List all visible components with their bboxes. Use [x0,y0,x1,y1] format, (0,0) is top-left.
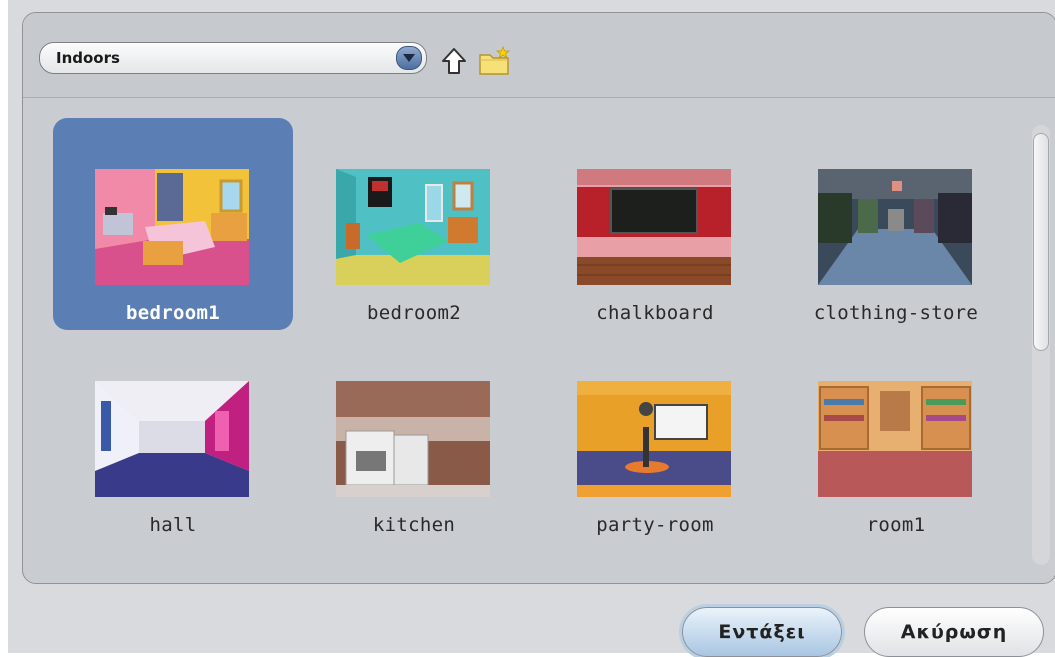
tile-label: room1 [866,514,926,536]
bedroom1-thumbnail [95,169,249,285]
bedroom2-thumbnail [336,169,490,285]
tile-label: hall [149,514,197,536]
ok-button[interactable]: Εντάξει [682,607,842,657]
vertical-scrollbar[interactable] [1032,125,1050,565]
tile-label: clothing-store [813,302,979,324]
backdrop-grid: bedroom1 bedroom2 chalkboard clothing-st… [23,98,1023,583]
cancel-button[interactable]: Ακύρωση [864,607,1044,657]
new-folder-icon[interactable] [478,45,512,76]
tile-label: bedroom1 [126,302,220,324]
scrollbar-thumb[interactable] [1033,133,1049,351]
backdrop-tile-hall[interactable]: hall [53,330,293,542]
party-room-thumbnail [577,381,731,497]
room1-thumbnail [818,381,972,497]
backdrop-library-dialog: Indoors bedroom1 bedroom2 chalkboard clo… [8,0,1055,657]
toolbar: Indoors [23,13,1055,98]
category-dropdown[interactable]: Indoors [39,42,427,74]
chevron-down-icon[interactable] [396,46,422,70]
backdrop-tile-clothing-store[interactable]: clothing-store [776,118,1016,330]
tile-label: bedroom2 [367,302,461,324]
kitchen-thumbnail [336,381,490,497]
hall-thumbnail [95,381,249,497]
category-dropdown-value: Indoors [56,49,120,67]
clothing-store-thumbnail [818,169,972,285]
backdrop-tile-party-room[interactable]: party-room [535,330,775,542]
chalkboard-thumbnail [577,169,731,285]
library-panel: Indoors bedroom1 bedroom2 chalkboard clo… [22,12,1055,584]
tile-label: chalkboard [596,302,714,324]
backdrop-tile-room1[interactable]: room1 [776,330,1016,542]
tile-label: party-room [596,514,714,536]
arrow-up-icon[interactable] [441,47,467,75]
backdrop-tile-chalkboard[interactable]: chalkboard [535,118,775,330]
backdrop-tile-bedroom2[interactable]: bedroom2 [294,118,534,330]
backdrop-tile-bedroom1[interactable]: bedroom1 [53,118,293,330]
tile-label: kitchen [372,514,456,536]
backdrop-tile-kitchen[interactable]: kitchen [294,330,534,542]
